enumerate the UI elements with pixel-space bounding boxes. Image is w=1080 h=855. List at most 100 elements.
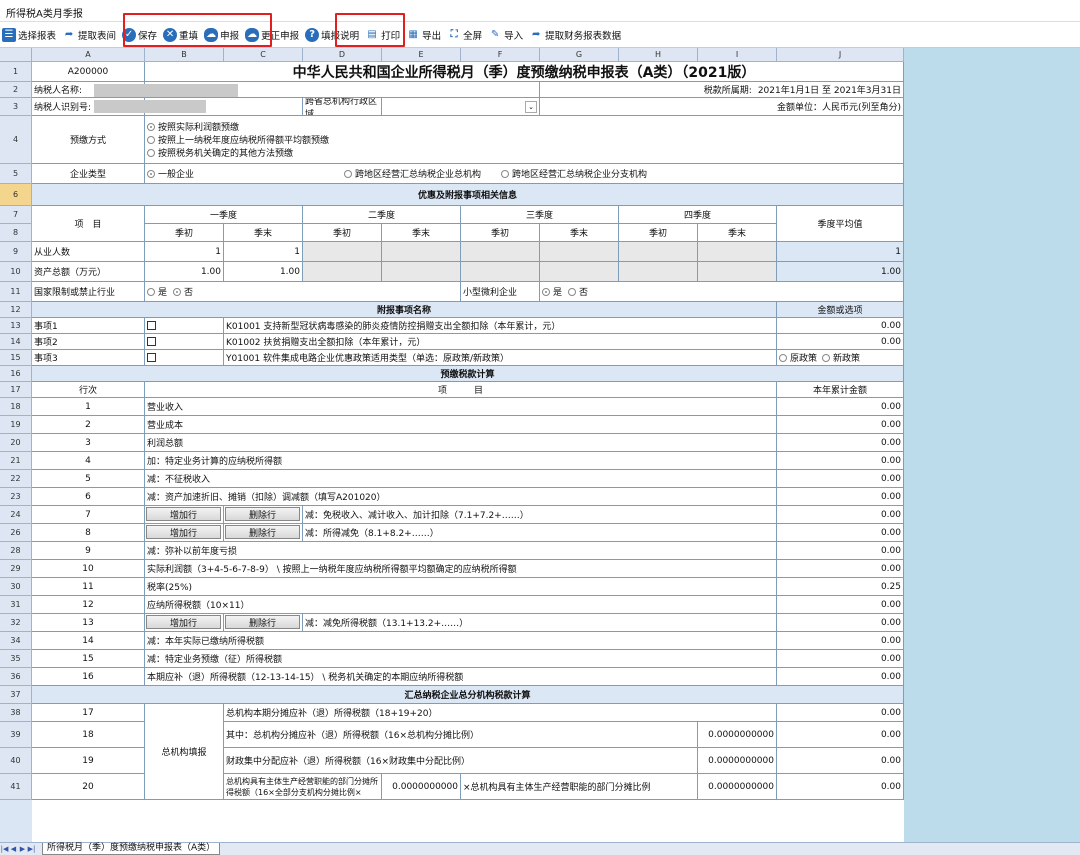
column-header[interactable]: F	[461, 48, 540, 62]
row-header[interactable]: 20	[0, 434, 32, 452]
row-header[interactable]: 6	[0, 184, 32, 206]
add-row-button[interactable]: 增加行	[146, 525, 221, 539]
row-header[interactable]: 39	[0, 722, 32, 748]
row-header[interactable]: 17	[0, 382, 32, 398]
radio-prepay_opt3[interactable]	[147, 148, 155, 157]
import-button[interactable]: ✎ 导入	[488, 25, 523, 45]
export-button[interactable]: ▦ 导出	[406, 25, 441, 45]
row-header[interactable]: 28	[0, 542, 32, 560]
checkbox[interactable]	[147, 337, 156, 346]
line-value[interactable]: 0.00	[777, 452, 904, 470]
line-value[interactable]: 0.00	[777, 632, 904, 650]
column-header[interactable]: J	[777, 48, 904, 62]
delete-row-button[interactable]: 删除行	[225, 507, 300, 521]
employees-q1-end[interactable]: 1	[224, 242, 303, 262]
event-checkbox[interactable]	[145, 334, 224, 350]
line-value[interactable]: 0.00	[777, 398, 904, 416]
line-value[interactable]: 0.00	[777, 614, 904, 632]
event-value[interactable]: 0.00	[777, 318, 904, 334]
line-value[interactable]: 0.00	[777, 416, 904, 434]
row-header[interactable]: 29	[0, 560, 32, 578]
radio-prepay_opt1[interactable]	[147, 122, 155, 131]
row-header[interactable]: 22	[0, 470, 32, 488]
add-row-button[interactable]: 增加行	[146, 507, 221, 521]
event-checkbox[interactable]	[145, 318, 224, 334]
add-row-button[interactable]: 增加行	[146, 615, 221, 629]
radio-prepay_opt2[interactable]	[147, 135, 155, 144]
column-header[interactable]: G	[540, 48, 619, 62]
column-header[interactable]: I	[698, 48, 777, 62]
row-header[interactable]: 13	[0, 318, 32, 334]
employees-q1-begin[interactable]: 1	[145, 242, 224, 262]
row-header[interactable]: 40	[0, 748, 32, 774]
row-header[interactable]: 24	[0, 506, 32, 524]
line-value[interactable]: 0.00	[777, 524, 904, 542]
delete-row-button[interactable]: 删除行	[225, 525, 300, 539]
line-value[interactable]: 0.25	[777, 578, 904, 596]
line-value[interactable]: 0.00	[777, 560, 904, 578]
line-value[interactable]: 0.00	[777, 470, 904, 488]
radio-etype3[interactable]	[501, 169, 510, 178]
row-header[interactable]: 32	[0, 614, 32, 632]
row-header[interactable]: 35	[0, 650, 32, 668]
row-header[interactable]: 11	[0, 282, 32, 302]
fetch-financial-button[interactable]: ➦ 提取财务报表数据	[529, 25, 621, 45]
radio-small-yes[interactable]	[542, 287, 550, 296]
assets-q1-begin[interactable]: 1.00	[145, 262, 224, 282]
column-header[interactable]: B	[145, 48, 224, 62]
select-report-button[interactable]: ☰ 选择报表	[2, 25, 56, 45]
row-header[interactable]: 37	[0, 686, 32, 704]
row-header[interactable]: 30	[0, 578, 32, 596]
prepay-option[interactable]: 按照实际利润额预缴	[147, 120, 239, 133]
region-select[interactable]: ⌄	[382, 98, 540, 116]
column-header[interactable]: A	[32, 48, 145, 62]
line-value[interactable]: 0.00	[777, 488, 904, 506]
row-header[interactable]: 2	[0, 82, 32, 98]
line-value[interactable]: 0.00	[777, 506, 904, 524]
column-header[interactable]: H	[619, 48, 698, 62]
column-header[interactable]: E	[382, 48, 461, 62]
checkbox[interactable]	[147, 321, 156, 330]
row-header[interactable]: 3	[0, 98, 32, 116]
row-header[interactable]: 21	[0, 452, 32, 470]
prev-sheet-icon[interactable]: ◀	[9, 845, 18, 853]
fullscreen-button[interactable]: ⛶ 全屏	[447, 25, 483, 45]
assets-q1-end[interactable]: 1.00	[224, 262, 303, 282]
radio-restricted-yes[interactable]	[147, 287, 155, 296]
next-sheet-icon[interactable]: ▶	[18, 845, 27, 853]
row-header[interactable]: 38	[0, 704, 32, 722]
column-header[interactable]: D	[303, 48, 382, 62]
line-value[interactable]: 0.00	[777, 434, 904, 452]
chevron-down-icon[interactable]: ⌄	[525, 100, 537, 113]
row-header[interactable]: 8	[0, 224, 32, 242]
last-sheet-icon[interactable]: ▶|	[27, 845, 36, 853]
line-value[interactable]: 0.00	[777, 542, 904, 560]
row-header[interactable]: 12	[0, 302, 32, 318]
row-header[interactable]: 4	[0, 116, 32, 164]
row-header[interactable]: 15	[0, 350, 32, 366]
row-header[interactable]: 7	[0, 206, 32, 224]
event-value[interactable]: 0.00	[777, 334, 904, 350]
row-header[interactable]: 36	[0, 668, 32, 686]
event-checkbox[interactable]	[145, 350, 224, 366]
line-value[interactable]: 0.00	[777, 668, 904, 686]
row-header[interactable]: 34	[0, 632, 32, 650]
radio-etype2[interactable]	[344, 169, 353, 178]
radio-etype1[interactable]	[147, 169, 155, 178]
row-header[interactable]: 18	[0, 398, 32, 416]
row-header[interactable]: 41	[0, 774, 32, 800]
fetch-table-button[interactable]: ➦ 提取表间	[62, 25, 116, 45]
column-header[interactable]: C	[224, 48, 303, 62]
delete-row-button[interactable]: 删除行	[225, 615, 300, 629]
line-value[interactable]: 0.00	[777, 596, 904, 614]
row-header[interactable]: 16	[0, 366, 32, 382]
prepay-option[interactable]: 按照上一纳税年度应纳税所得额平均额预缴	[147, 133, 329, 146]
row-header[interactable]: 26	[0, 524, 32, 542]
line-value[interactable]: 0.00	[777, 650, 904, 668]
sheet-tab[interactable]: 所得税月（季）度预缴纳税申报表（A类）	[42, 843, 221, 855]
row-header[interactable]: 23	[0, 488, 32, 506]
radio-policy-old[interactable]	[779, 353, 787, 362]
row-header[interactable]: 31	[0, 596, 32, 614]
row-header[interactable]: 19	[0, 416, 32, 434]
row-header[interactable]: 10	[0, 262, 32, 282]
